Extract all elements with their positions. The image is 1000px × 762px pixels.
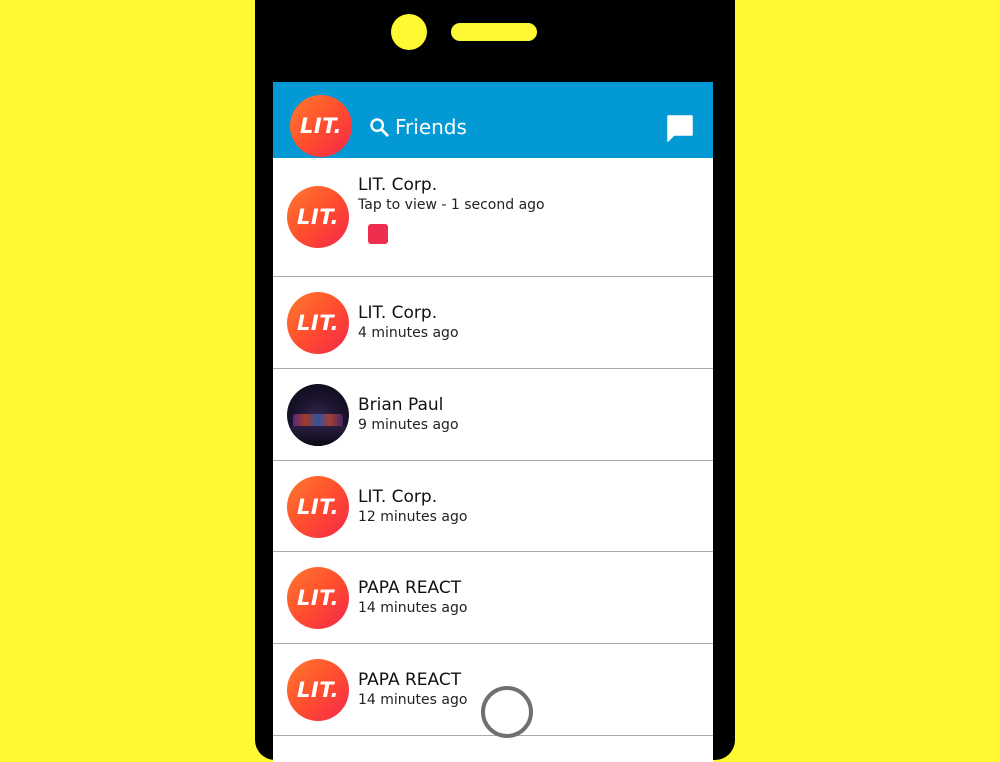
avatar: LIT.	[287, 567, 349, 629]
search-icon[interactable]	[368, 116, 390, 138]
chat-name: LIT. Corp.	[358, 175, 438, 195]
photo-water	[287, 426, 349, 446]
lit-logo: LIT.	[297, 495, 339, 519]
chat-row[interactable]: LIT. LIT. Corp. 12 minutes ago	[273, 461, 713, 552]
chat-row[interactable]: LIT. PAPA REACT 14 minutes ago	[273, 552, 713, 644]
chat-row[interactable]: LIT. LIT. Corp. 4 minutes ago	[273, 277, 713, 369]
avatar: LIT.	[287, 476, 349, 538]
chat-status: 14 minutes ago	[358, 692, 468, 708]
chat-name: PAPA REACT	[358, 670, 462, 690]
avatar: LIT.	[287, 659, 349, 721]
chat-status: Tap to view - 1 second ago	[358, 197, 545, 213]
chat-name: LIT. Corp.	[358, 487, 438, 507]
chat-status: 9 minutes ago	[358, 417, 459, 433]
chat-icon[interactable]	[665, 113, 695, 143]
lit-logo: LIT.	[297, 586, 339, 610]
app-screen: LIT. Friends LIT. LIT. Corp. Tap to view…	[273, 82, 713, 762]
lit-logo: LIT.	[297, 311, 339, 335]
search-label[interactable]: Friends	[395, 114, 467, 140]
phone-frame: LIT. Friends LIT. LIT. Corp. Tap to view…	[255, 0, 735, 762]
chat-row[interactable]: LIT. LIT. Corp. Tap to view - 1 second a…	[273, 158, 713, 277]
avatar: LIT.	[287, 186, 349, 248]
profile-avatar[interactable]: LIT.	[290, 95, 352, 157]
chat-name: PAPA REACT	[358, 578, 462, 598]
avatar: LIT.	[287, 292, 349, 354]
chat-row[interactable]: Brian Paul 9 minutes ago	[273, 369, 713, 461]
new-snap-indicator	[368, 224, 388, 244]
chat-name: LIT. Corp.	[358, 303, 438, 323]
app-header: LIT. Friends	[273, 82, 713, 160]
chat-list: LIT. LIT. Corp. Tap to view - 1 second a…	[273, 158, 713, 762]
lit-logo: LIT.	[300, 114, 342, 138]
phone-camera	[391, 14, 427, 50]
lit-logo: LIT.	[297, 205, 339, 229]
phone-speaker	[451, 23, 537, 41]
avatar-photo	[287, 384, 349, 446]
lit-logo: LIT.	[297, 678, 339, 702]
chat-status: 14 minutes ago	[358, 600, 468, 616]
chat-status: 12 minutes ago	[358, 509, 468, 525]
chat-name: Brian Paul	[358, 395, 444, 415]
home-button[interactable]	[481, 686, 533, 738]
chat-status: 4 minutes ago	[358, 325, 459, 341]
